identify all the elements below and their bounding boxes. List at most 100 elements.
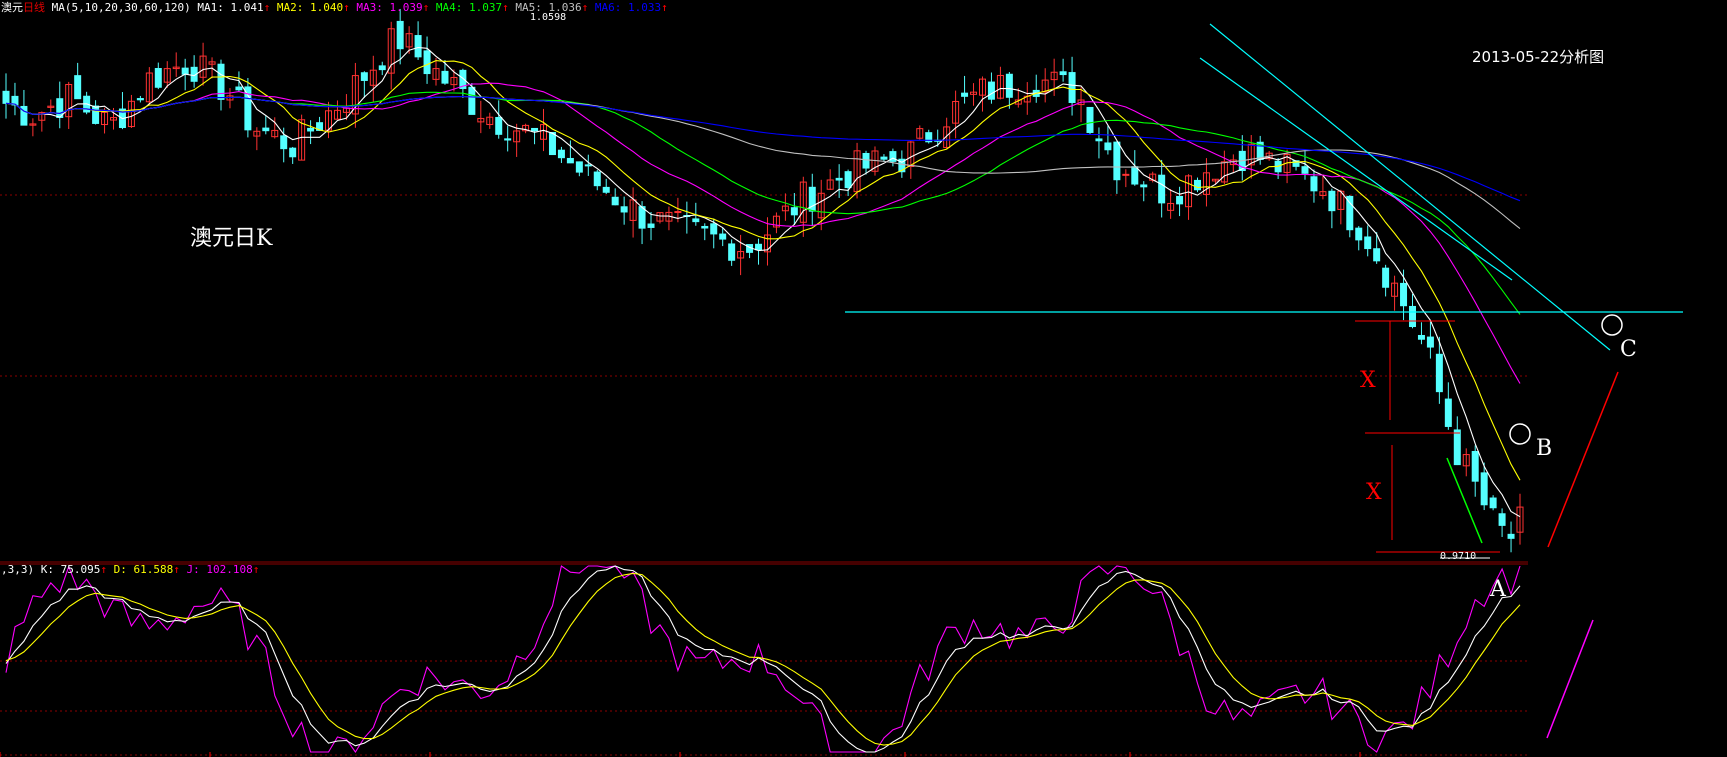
downtrend-line (1209, 23, 1611, 351)
candle-down (1131, 166, 1139, 185)
candle-down (1417, 334, 1425, 340)
candle-down (638, 206, 646, 229)
candle-down (1382, 267, 1390, 288)
candle-down (1193, 179, 1201, 191)
candle-down (280, 135, 288, 150)
kdj-name-2: J: (186, 563, 200, 576)
candle-down (1059, 71, 1067, 76)
point-a-label: A (1490, 577, 1506, 602)
candle-down (987, 81, 995, 100)
ma-name-1: MA1: (197, 1, 224, 14)
candle-down (1498, 513, 1506, 526)
candle-down (289, 147, 297, 158)
date-label: 2013-05-22分析图 (1472, 48, 1605, 66)
high-price-label: 1.0598 (530, 12, 567, 23)
candle-down (593, 171, 601, 187)
kdj-params: ,3,3) (1, 563, 35, 576)
candle-down (360, 72, 368, 81)
candle-down (495, 116, 503, 135)
candle-down (880, 156, 888, 160)
candle-down (647, 223, 655, 228)
candle-down (548, 132, 556, 156)
candle-down (1507, 533, 1515, 539)
ma-arrow-1: ↑ (263, 1, 271, 14)
point-c-label: C (1620, 337, 1637, 362)
candle-down (468, 86, 476, 115)
candle-down (531, 127, 539, 132)
x-measure-bottom-label: X (1366, 480, 1382, 505)
candle-down (835, 177, 843, 181)
candle-down (1400, 282, 1408, 307)
ma-value-6: 1.033 (627, 1, 662, 14)
low-price-label: 0.9710 (1440, 551, 1477, 562)
candle-down (1364, 236, 1372, 250)
candle-down (504, 138, 512, 141)
ma-name-2: MA2: (276, 1, 304, 14)
candle-down (1489, 497, 1497, 509)
candle-down (1373, 248, 1381, 262)
candle-down (1095, 138, 1103, 142)
candle-down (1408, 305, 1416, 328)
candle-up (1122, 173, 1130, 176)
kdj-value-1: 61.588 (133, 563, 174, 576)
ma-arrow-2: ↑ (343, 1, 350, 14)
candle-down (710, 223, 718, 235)
candle-down (1176, 195, 1184, 205)
ma-header: 澳元日线 MA(5,10,20,30,60,120) MA1: 1.041↑ M… (1, 1, 668, 15)
candle-down (755, 243, 763, 251)
candle-down (154, 68, 162, 88)
candle-down (441, 70, 449, 84)
candle-down (235, 86, 243, 91)
candle-down (692, 218, 700, 223)
candle-down (1453, 429, 1461, 466)
ma-name-4: MA4: (435, 1, 463, 14)
candle-down (2, 90, 10, 104)
ma1-line (5, 46, 1521, 518)
ma-arrow-3: ↑ (422, 1, 430, 14)
kdj-value-0: 75.095 (60, 563, 101, 576)
candle-down (423, 50, 431, 75)
kdj-header: ,3,3) K: 75.095↑ D: 61.588↑ J: 102.108↑ (1, 563, 259, 577)
candle-down (1426, 336, 1434, 348)
kdj-arrow-0: ↑ (100, 563, 107, 576)
ma-value-4: 1.037 (468, 1, 503, 14)
downtrend-line-2 (1199, 57, 1513, 281)
candle-down (719, 233, 727, 240)
candle-down (557, 149, 565, 159)
ma-params: MA(5,10,20,30,60,120) (51, 1, 191, 14)
kdj-name-0: K: (40, 563, 54, 576)
candle-down (584, 164, 592, 167)
candle-down (1005, 73, 1013, 98)
kdj-arrow-2: ↑ (252, 563, 260, 576)
candle-down (1086, 106, 1094, 133)
ma6-line (5, 95, 1521, 202)
ma-arrow-5: ↑ (581, 1, 589, 14)
candle-down (961, 92, 969, 97)
target-c-circle (1601, 314, 1623, 336)
candle-down (378, 65, 386, 71)
candle-down (1328, 190, 1336, 212)
candle-down (611, 196, 619, 206)
kdj-name-1: D: (113, 563, 127, 576)
candle-down (414, 35, 422, 58)
ma4-line (5, 91, 1521, 315)
x-measure-top-label: X (1360, 368, 1376, 393)
period-label[interactable]: 日线 (23, 1, 45, 14)
candle-down (262, 127, 270, 132)
ma-value-1: 1.041 (230, 1, 264, 14)
ma-value-3: 1.039 (389, 1, 423, 14)
ma-arrow-4: ↑ (502, 1, 509, 14)
candle-down (1471, 450, 1479, 482)
candle-down (136, 98, 144, 101)
candle-down (602, 186, 610, 193)
candle-down (728, 243, 736, 261)
candle-down (575, 161, 583, 173)
candle-down (1444, 398, 1452, 427)
candle-down (396, 20, 404, 50)
candle-down (790, 207, 798, 216)
candle-down (92, 105, 100, 124)
candle-down (1113, 141, 1121, 181)
candle-up (674, 211, 682, 214)
candle-down (1140, 184, 1148, 188)
candle-down (1104, 142, 1112, 151)
